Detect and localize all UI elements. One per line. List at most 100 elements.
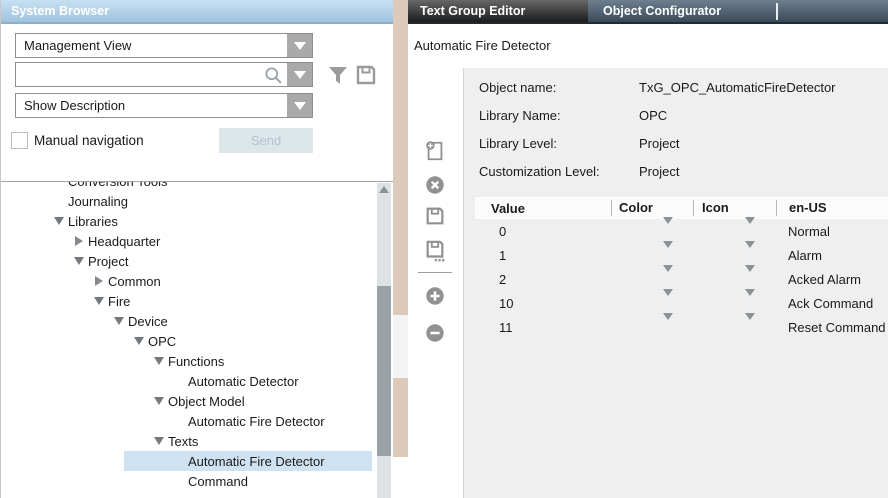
expander-expanded-icon[interactable] [54,217,64,225]
tree-item-opc[interactable]: OPC [1,331,394,351]
column-header-value: Value [475,201,611,216]
cell-en-us[interactable]: Alarm [776,248,888,263]
tree-item-automatic-fire-detector-selected[interactable]: Automatic Fire Detector [1,451,394,471]
cell-value[interactable]: 10 [475,296,611,311]
tree-item-conversion-tools[interactable]: Conversion Tools [1,181,394,191]
expander-expanded-icon[interactable] [134,337,144,345]
save-icon[interactable] [354,63,378,87]
delete-text-group-icon[interactable] [424,174,446,196]
tree-item-common[interactable]: Common [1,271,394,291]
icon-dropdown[interactable] [693,320,776,335]
add-row-icon[interactable] [424,285,446,307]
tab-text-group-editor[interactable]: Text Group Editor [408,0,588,22]
view-selector-dropdown[interactable]: Management View [15,33,313,58]
panel-splitter[interactable] [393,0,408,457]
expander-spacer [169,411,188,431]
icon-dropdown[interactable] [693,296,776,311]
cell-value[interactable]: 1 [475,248,611,263]
expander-collapsed-icon[interactable] [75,236,83,246]
description-selector-arrow-button[interactable] [287,94,312,117]
send-button[interactable]: Send [219,128,313,153]
splitter-grip[interactable] [393,315,408,378]
table-row[interactable]: 2 Acked Alarm [475,267,888,291]
search-input[interactable] [16,63,261,86]
remove-row-icon[interactable] [424,322,446,344]
tree-item-functions[interactable]: Functions [1,351,394,371]
tree-scrollbar[interactable] [377,183,391,498]
color-dropdown[interactable] [611,296,693,311]
color-dropdown[interactable] [611,272,693,287]
view-selector-arrow-button[interactable] [287,34,312,57]
expander-spacer [169,451,188,471]
expander-expanded-icon[interactable] [114,317,124,325]
chevron-down-icon [294,71,306,79]
color-dropdown[interactable] [611,248,693,263]
tree-item-automatic-fire-detector-model[interactable]: Automatic Fire Detector [1,411,394,431]
table-row[interactable]: 10 Ack Command [475,291,888,315]
cell-en-us[interactable]: Ack Command [776,296,888,311]
navigation-tree: Conversion Tools Journaling Libraries He… [1,181,394,498]
column-header-icon: Icon [693,200,776,216]
icon-dropdown[interactable] [693,248,776,263]
color-dropdown[interactable] [611,320,693,335]
tree-item-journaling[interactable]: Journaling [1,191,394,211]
text-group-content: Object name: TxG_OPC_AutomaticFireDetect… [463,68,888,498]
expander-collapsed-icon[interactable] [95,276,103,286]
breadcrumb: Automatic Fire Detector [414,24,888,68]
manual-navigation-checkbox[interactable] [11,132,28,149]
save-as-icon[interactable] [424,239,446,261]
editor-toolbar [408,68,463,498]
tree-item-command[interactable]: Command [1,471,394,491]
application-window: System Browser Management View Show Desc… [0,0,888,498]
chevron-down-icon [294,42,306,50]
tree-item-automatic-detector[interactable]: Automatic Detector [1,371,394,391]
tree-item-object-model[interactable]: Object Model [1,391,394,411]
tree-item-project[interactable]: Project [1,251,394,271]
cell-en-us[interactable]: Reset Command [776,320,888,335]
tree-item-headquarter[interactable]: Headquarter [1,231,394,251]
save-icon[interactable] [424,205,446,227]
filter-icon[interactable] [326,63,350,87]
icon-dropdown[interactable] [693,224,776,239]
expander-expanded-icon[interactable] [154,357,164,365]
cell-en-us[interactable]: Normal [776,224,888,239]
panel-title: System Browser [1,0,394,22]
manual-navigation-label: Manual navigation [34,132,144,149]
tree-item-device[interactable]: Device [1,311,394,331]
cell-value[interactable]: 11 [475,320,611,335]
cell-value[interactable]: 2 [475,272,611,287]
tab-divider [776,3,778,20]
tree-scrollbar-thumb[interactable] [377,286,391,456]
column-header-en-us: en-US [776,200,888,216]
tree-item-libraries[interactable]: Libraries [1,211,394,231]
view-selector-value: Management View [24,34,131,57]
customization-level-value: Project [639,158,679,186]
search-dropdown-arrow-button[interactable] [287,63,312,86]
table-header-row: Value Color Icon en-US [475,197,888,219]
description-selector-dropdown[interactable]: Show Description [15,93,313,118]
scroll-up-icon[interactable] [379,186,389,193]
library-name-label: Library Name: [479,102,561,130]
tree-item-texts[interactable]: Texts [1,431,394,451]
tab-object-configurator[interactable]: Object Configurator [588,0,776,22]
cell-en-us[interactable]: Acked Alarm [776,272,888,287]
chevron-down-icon [745,241,755,263]
chevron-down-icon [663,265,673,287]
cell-value[interactable]: 0 [475,224,611,239]
expander-expanded-icon[interactable] [74,257,84,265]
table-row[interactable]: 0 Normal [475,219,888,243]
tree-item-fire[interactable]: Fire [1,291,394,311]
new-text-group-icon[interactable] [424,140,446,162]
tab-bar: Text Group Editor Object Configurator [408,0,888,24]
text-group-table: Value Color Icon en-US 0 Normal 1 Alarm [475,197,888,339]
object-name-label: Object name: [479,74,556,102]
expander-expanded-icon[interactable] [154,397,164,405]
color-dropdown[interactable] [611,224,693,239]
chevron-down-icon [294,102,306,110]
icon-dropdown[interactable] [693,272,776,287]
column-header-color: Color [611,200,693,216]
expander-expanded-icon[interactable] [154,437,164,445]
expander-expanded-icon[interactable] [94,297,104,305]
table-row[interactable]: 11 Reset Command [475,315,888,339]
table-row[interactable]: 1 Alarm [475,243,888,267]
